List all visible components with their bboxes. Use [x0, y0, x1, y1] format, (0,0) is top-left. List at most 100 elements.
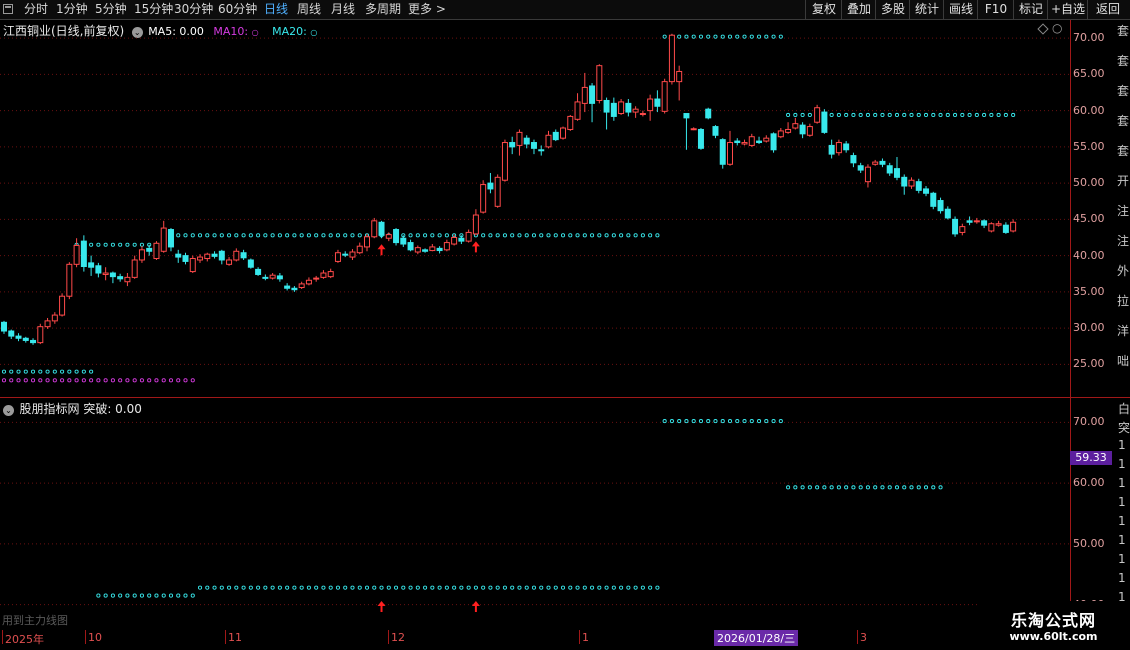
main-level-dot: [118, 242, 123, 247]
sub-level-dot: [916, 485, 921, 490]
candle-body-up: [233, 250, 240, 261]
candle-body-down: [952, 218, 959, 235]
main-level-dot: [510, 233, 515, 238]
candle-body-up: [494, 176, 501, 207]
sub-level-dot: [444, 585, 449, 590]
sub-level-dot: [691, 419, 696, 424]
candle-body-down: [458, 237, 465, 242]
candle-body-up: [429, 246, 436, 252]
edge-glyph: 套: [1117, 114, 1130, 128]
candle-body-down: [167, 229, 174, 248]
sub-level-dot: [539, 585, 544, 590]
sub-level-dot: [452, 585, 457, 590]
sub-level-dot: [473, 585, 478, 590]
main-axis-tick: 30.00: [1073, 321, 1105, 335]
candle-body-up: [197, 256, 204, 261]
sub-level-dot: [684, 419, 689, 424]
main-level-dot: [836, 112, 841, 118]
sub-level-dot: [139, 593, 144, 598]
candle-body-down: [342, 253, 349, 256]
candle-body-down: [966, 220, 973, 223]
candle-body-up: [102, 272, 109, 275]
edge-glyph: 套: [1117, 54, 1130, 68]
date-tick: [579, 630, 580, 644]
sub-level-dot: [524, 585, 529, 590]
main-level-dot: [727, 34, 733, 39]
main-axis-tick: 25.00: [1073, 357, 1105, 371]
candle-body-up: [864, 166, 871, 183]
candle-body-up: [567, 115, 574, 130]
candle-body-up: [661, 81, 668, 112]
main-level-dot: [161, 378, 166, 383]
candle-body-up: [639, 113, 646, 116]
date-label: 10: [88, 631, 102, 644]
main-level-dot: [125, 242, 130, 247]
main-level-dot: [212, 233, 217, 238]
sub-level-dot: [902, 485, 907, 490]
main-level-dot: [880, 112, 885, 118]
edge-glyph: 套: [1117, 24, 1130, 38]
sub-level-dot: [873, 485, 878, 490]
sub-level-dot: [938, 485, 943, 490]
main-level-dot: [132, 378, 137, 383]
kline-chart[interactable]: [0, 0, 1070, 630]
candle-body-down: [255, 268, 262, 275]
candle-body-up: [334, 252, 341, 262]
sub-level-dot: [800, 485, 805, 490]
candle-body-up: [806, 126, 813, 136]
candle-body-up: [59, 295, 66, 316]
candle-body-down: [291, 287, 298, 291]
main-level-dot: [321, 233, 326, 238]
sub-level-dot: [241, 585, 246, 590]
toolbar-button-8[interactable]: 返回: [1087, 0, 1128, 19]
sub-level-dot: [531, 585, 537, 590]
main-level-dot: [865, 112, 870, 118]
main-level-dot: [190, 233, 195, 238]
candle-body-down: [589, 85, 596, 104]
sub-level-dot: [314, 585, 319, 590]
main-level-dot: [110, 242, 115, 247]
candle-body-up: [545, 134, 552, 148]
main-level-dot: [89, 242, 94, 247]
main-level-dot: [110, 378, 115, 383]
main-level-dot: [546, 233, 551, 238]
candle-body-down: [850, 155, 857, 164]
date-tick: [85, 630, 86, 644]
candle-body-up: [160, 227, 167, 252]
main-level-dot: [982, 112, 987, 118]
sub-level-dot: [364, 585, 370, 590]
main-level-dot: [96, 242, 101, 247]
sub-level-dot: [335, 585, 341, 590]
candle-body-up: [959, 226, 966, 233]
main-level-dot: [277, 233, 282, 238]
candle-body-down: [915, 181, 922, 191]
main-axis-tick: 55.00: [1073, 139, 1105, 153]
main-level-dot: [241, 233, 246, 238]
candle-body-up: [124, 276, 131, 283]
candle-body-up: [443, 242, 450, 251]
sub-level-dot: [277, 585, 282, 590]
sub-level-dot: [423, 585, 428, 590]
candle-body-down: [799, 124, 806, 135]
candle-body-down: [712, 126, 719, 136]
candle-body-down: [923, 188, 930, 194]
sub-level-dot: [408, 585, 413, 590]
main-level-dot: [873, 112, 878, 118]
main-axis-tick: 65.00: [1073, 67, 1105, 81]
main-level-dot: [190, 378, 195, 383]
sub-level-dot: [815, 485, 820, 490]
main-level-dot: [590, 233, 595, 238]
main-level-dot: [415, 233, 420, 238]
main-level-dot: [524, 233, 529, 238]
main-level-dot: [444, 233, 449, 238]
sub-level-dot: [321, 585, 326, 590]
date-label: 12: [391, 631, 405, 644]
main-level-dot: [989, 112, 994, 118]
main-level-dot: [256, 233, 261, 238]
candle-body-down: [828, 144, 835, 155]
main-level-dot: [81, 378, 86, 383]
main-level-dot: [314, 233, 319, 238]
main-level-dot: [626, 233, 631, 238]
sub-level-dot: [205, 585, 210, 590]
sub-edge-glyph: 1: [1118, 457, 1126, 471]
